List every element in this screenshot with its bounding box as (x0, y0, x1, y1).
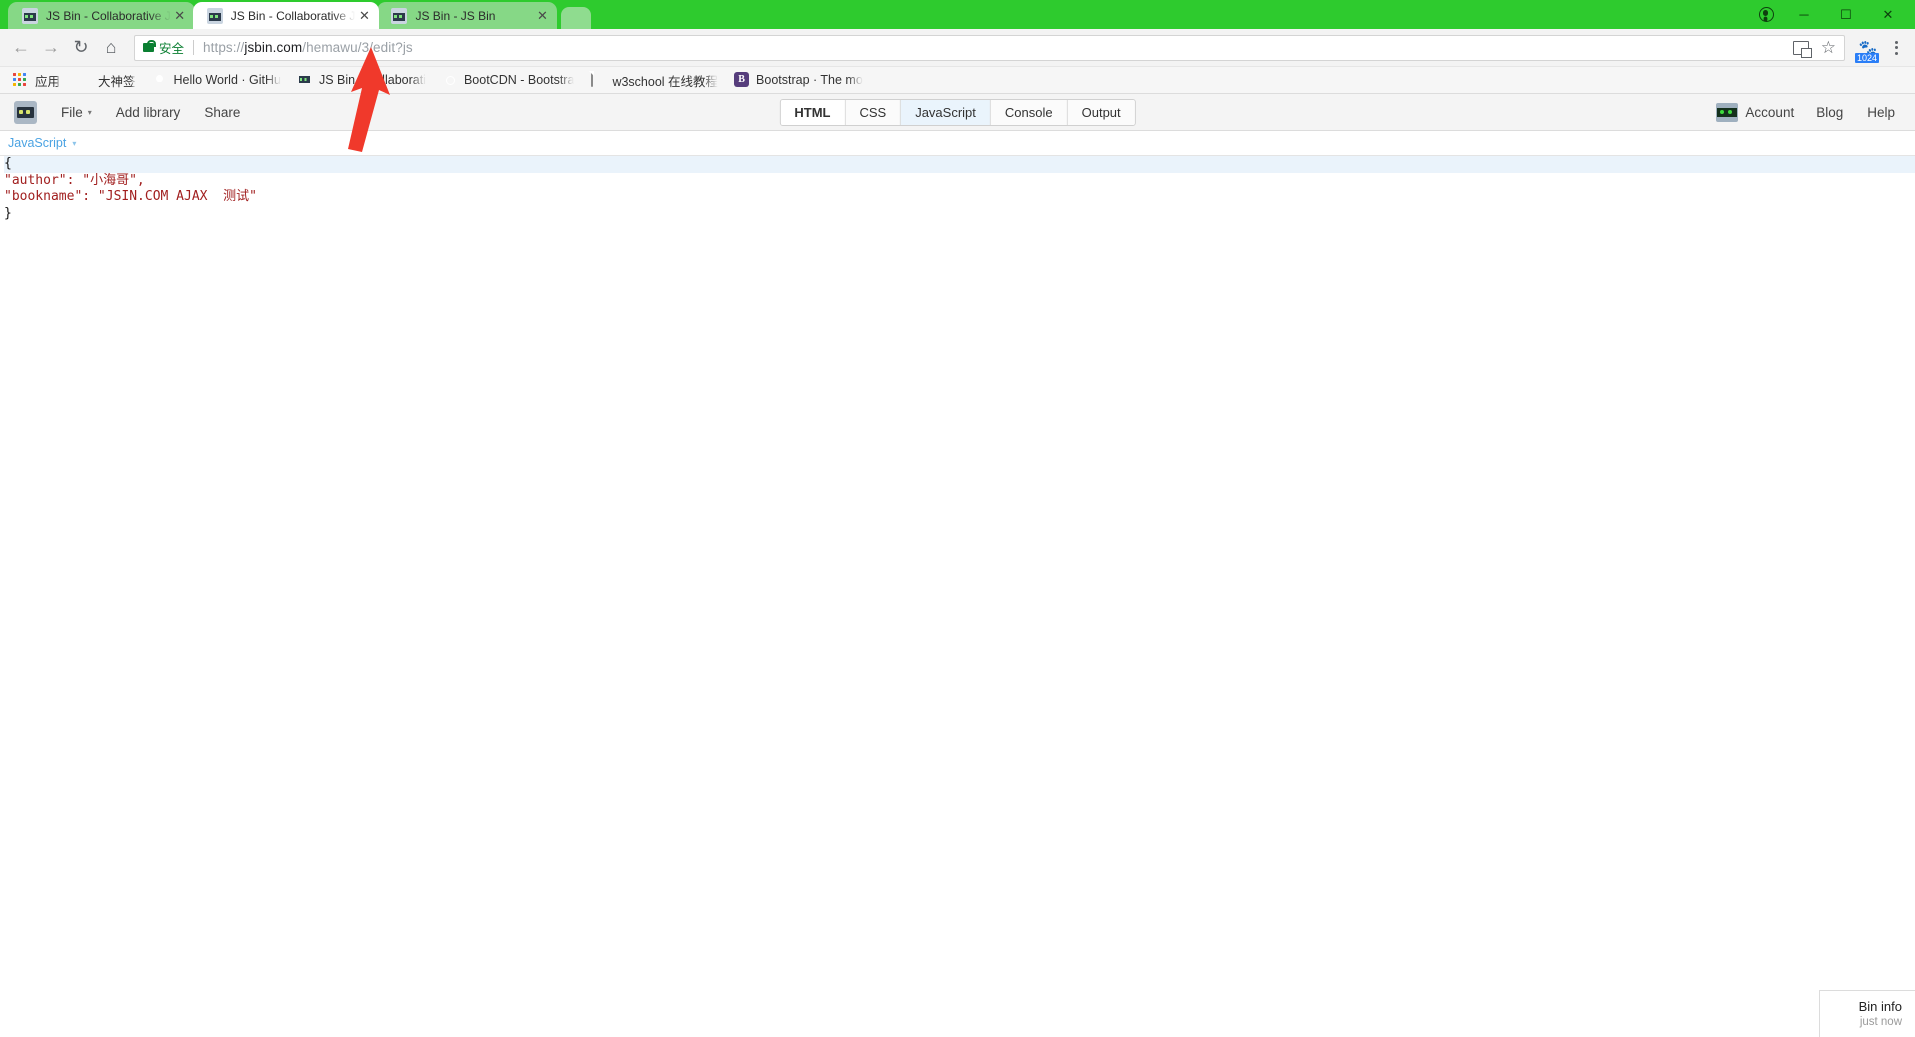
code-line: "bookname": "JSIN.COM AJAX 测试" (4, 189, 1915, 206)
code-line-text: "author": "小海哥", (4, 172, 145, 188)
bookmark-apps[interactable]: 应用 (6, 70, 67, 91)
lock-icon (143, 40, 156, 52)
tab-javascript[interactable]: JavaScript (901, 99, 991, 125)
bookmark-label: 大神签 (98, 74, 136, 89)
bookmark-jsbin[interactable]: JS Bin - Collaborati (290, 70, 433, 91)
bookmark-w3school[interactable]: w3school 在线教程 (583, 70, 725, 91)
code-line-text: } (4, 205, 12, 221)
address-bar[interactable]: 安全 https://jsbin.com/hemawu/3/edit?js ☆ (134, 34, 1845, 61)
chevron-down-icon: ▾ (87, 107, 92, 117)
browser-tab-2-active[interactable]: JS Bin - Collaborative J ✕ (192, 2, 380, 29)
bookmark-label: Bootstrap · The mo (756, 73, 863, 87)
browser-tab-title: JS Bin - Collaborative J (46, 8, 171, 23)
blog-link[interactable]: Blog (1804, 94, 1855, 131)
code-line-text: { (4, 156, 12, 171)
back-icon[interactable]: ← (6, 33, 36, 63)
extension-badge: 1024 (1855, 52, 1880, 63)
tab-console[interactable]: Console (990, 99, 1068, 125)
folder-icon (76, 72, 92, 88)
add-library-button[interactable]: Add library (104, 94, 193, 131)
jsbin-favicon (22, 7, 38, 24)
share-button[interactable]: Share (192, 94, 252, 131)
extension-icon[interactable]: 🐾 1024 (1853, 33, 1883, 63)
bootstrap-icon: B (734, 72, 750, 88)
jsbin-toolbar: File ▾ Add library Share HTML CSS JavaSc… (0, 94, 1915, 131)
url-text: https://jsbin.com/hemawu/3/edit?js (203, 40, 413, 55)
browser-tab-title: JS Bin - Collaborative J (230, 8, 356, 23)
bookmark-bootstrap[interactable]: B Bootstrap · The mo (727, 70, 870, 91)
browser-tab-3[interactable]: JS Bin - JS Bin ✕ (377, 2, 558, 29)
maximize-window-icon[interactable]: ☐ (1825, 0, 1867, 29)
code-editor[interactable]: { "author": "小海哥", "bookname": "JSIN.COM… (0, 156, 1915, 1037)
omnibox-divider (193, 40, 195, 55)
code-line: { (4, 156, 1915, 173)
bookmark-label: Hello World · GitHu (173, 73, 281, 87)
close-tab-icon[interactable]: ✕ (533, 7, 551, 25)
tab-output[interactable]: Output (1067, 99, 1135, 125)
language-selector-label[interactable]: JavaScript (8, 136, 66, 150)
bookmark-label: JS Bin - Collaborati (318, 73, 426, 87)
translate-icon[interactable] (1792, 40, 1812, 58)
jsbin-account-icon[interactable] (1716, 102, 1739, 122)
chevron-down-icon[interactable]: ▾ (72, 139, 76, 148)
bookmark-label: 应用 (35, 74, 61, 89)
close-tab-icon[interactable]: ✕ (171, 7, 189, 25)
browser-tab-1[interactable]: JS Bin - Collaborative J ✕ (8, 2, 195, 29)
browser-toolbar: ← → ↻ ⌂ 安全 https://jsbin.com/hemawu/3/ed… (0, 29, 1915, 67)
jsbin-icon (297, 72, 313, 88)
url-scheme: https:// (203, 40, 245, 55)
bin-info-subtitle: just now (1859, 1016, 1902, 1028)
bookmark-folder[interactable]: 大神签 (69, 70, 143, 91)
jsbin-app: File ▾ Add library Share HTML CSS JavaSc… (0, 94, 1915, 1037)
close-tab-icon[interactable]: ✕ (355, 7, 373, 25)
bookmarks-bar: 应用 大神签 Hello World · GitHu JS Bin - Coll… (0, 67, 1915, 94)
reload-icon[interactable]: ↻ (66, 33, 96, 63)
bookmark-hello-world-github[interactable]: Hello World · GitHu (145, 70, 288, 91)
code-line: "author": "小海哥", (4, 173, 1915, 190)
jsbin-favicon (391, 7, 408, 24)
jsbin-logo-icon[interactable] (14, 100, 37, 124)
bookmark-star-icon[interactable]: ☆ (1821, 39, 1836, 56)
help-link[interactable]: Help (1855, 94, 1907, 131)
new-tab-button[interactable] (561, 7, 592, 29)
jsbin-toolbar-right: Account Blog Help (1716, 94, 1907, 131)
browser-tab-title: JS Bin - JS Bin (415, 8, 496, 23)
file-menu-button[interactable]: File ▾ (49, 94, 104, 131)
bookmark-label: BootCDN - Bootstra (463, 73, 575, 87)
tab-html[interactable]: HTML (780, 99, 846, 125)
secure-label: 安全 (159, 42, 185, 56)
omnibox-icons: ☆ (1792, 39, 1836, 58)
forward-icon[interactable]: → (36, 33, 66, 63)
code-line: } (4, 206, 1915, 223)
code-line-text: "bookname": "JSIN.COM AJAX 测试" (4, 189, 257, 204)
bin-info-panel[interactable]: Bin info just now (1819, 990, 1915, 1037)
close-window-icon[interactable]: ✕ (1867, 0, 1909, 29)
chrome-menu-icon[interactable] (1883, 33, 1909, 63)
apps-grid-icon (13, 72, 29, 88)
window-controls: ─ ☐ ✕ (1749, 0, 1915, 29)
jsbin-panel-tabs: HTML CSS JavaScript Console Output (779, 98, 1136, 126)
bookmark-bootcdn[interactable]: BootCDN - Bootstra (435, 70, 581, 91)
browser-tab-strip: JS Bin - Collaborative J ✕ JS Bin - Coll… (0, 0, 1915, 29)
file-menu-label: File (61, 104, 83, 120)
add-library-label: Add library (115, 104, 181, 120)
github-icon (152, 72, 168, 88)
bootcdn-icon (442, 72, 458, 88)
minimize-window-icon[interactable]: ─ (1783, 0, 1825, 29)
home-icon[interactable]: ⌂ (96, 33, 126, 63)
chrome-browser-window: JS Bin - Collaborative J ✕ JS Bin - Coll… (0, 0, 1915, 1037)
bin-info-title: Bin info (1858, 999, 1902, 1014)
account-button[interactable]: Account (1745, 94, 1804, 131)
share-label: Share (204, 104, 241, 120)
profile-icon[interactable] (1749, 0, 1783, 29)
language-selector-bar: JavaScript ▾ (0, 131, 1915, 156)
page-icon (590, 71, 606, 88)
bookmark-label: w3school 在线教程 (612, 74, 719, 89)
url-host: jsbin.com (244, 40, 303, 55)
code-content[interactable]: { "author": "小海哥", "bookname": "JSIN.COM… (0, 156, 1915, 222)
url-path: /hemawu/3/edit?js (302, 40, 413, 55)
tab-css[interactable]: CSS (845, 99, 902, 125)
jsbin-favicon (206, 7, 223, 24)
